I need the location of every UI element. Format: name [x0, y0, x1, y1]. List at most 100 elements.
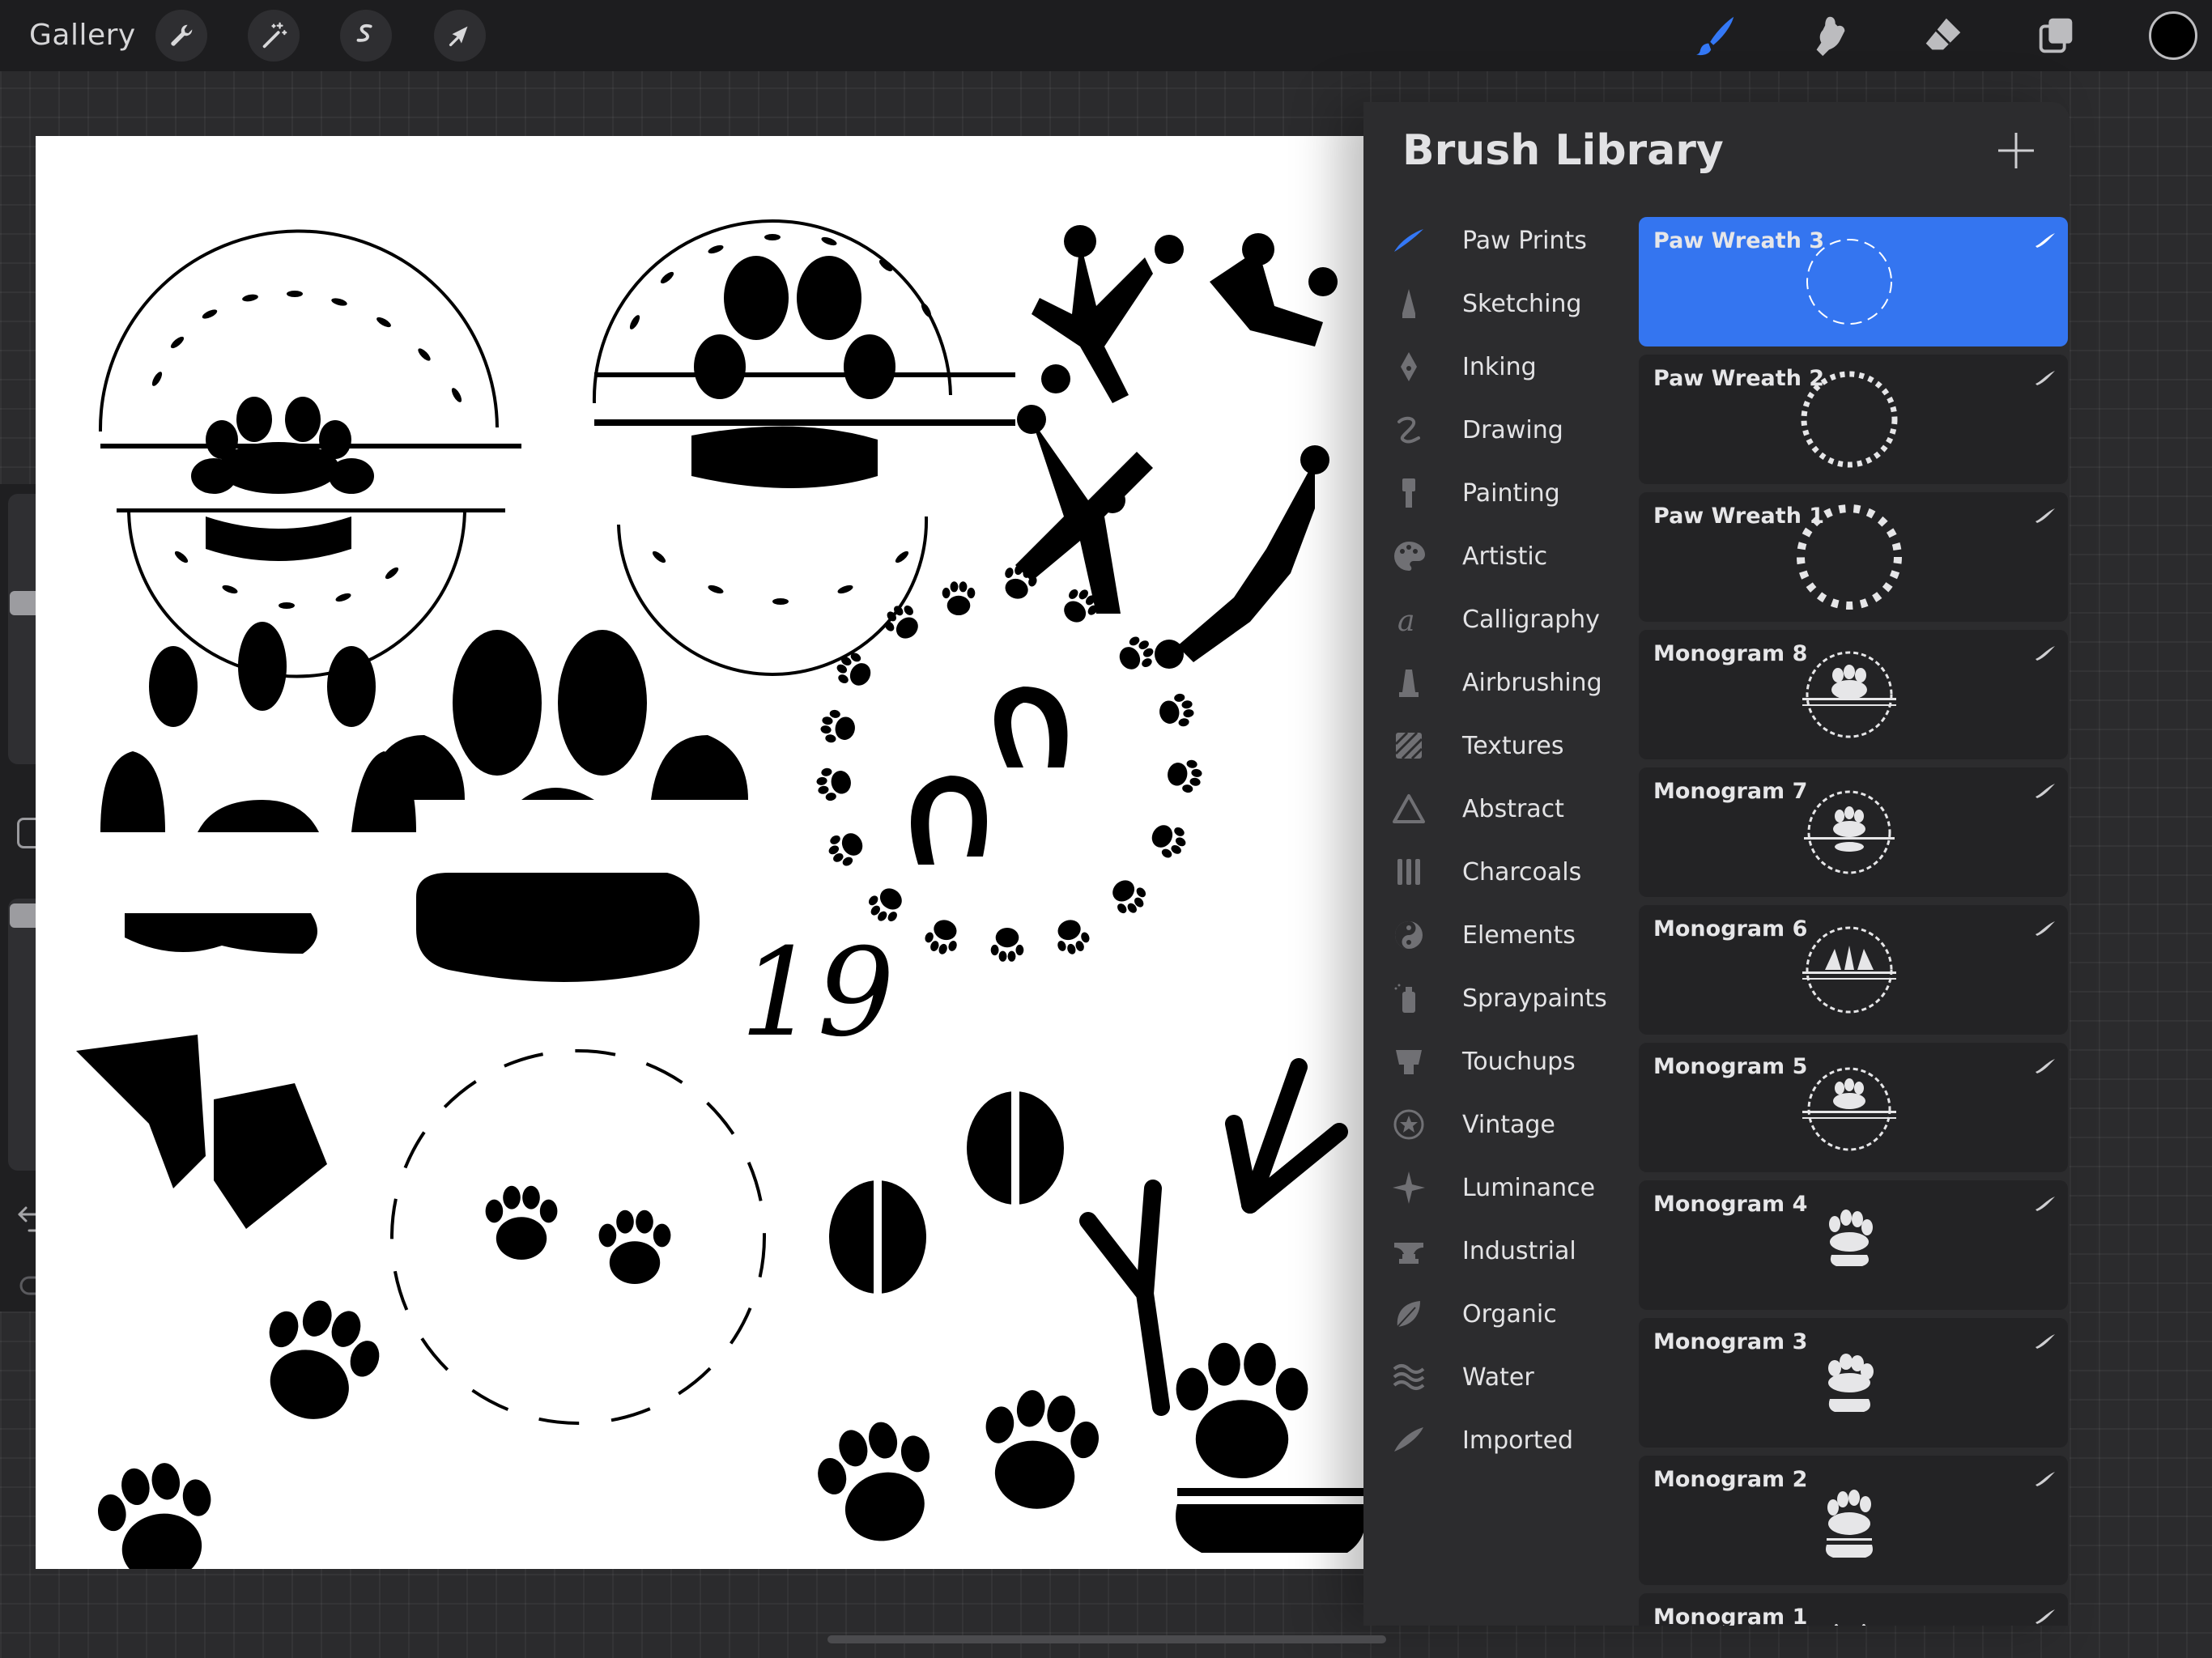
paw-wreath-preview	[1797, 504, 1902, 610]
paw-prints-bottom	[91, 1286, 1363, 1569]
brush-stroke-icon	[2035, 921, 2055, 936]
brush-card-monogram-5[interactable]: Monogram 5	[1639, 1043, 2068, 1172]
brush-set-label: Abstract	[1462, 794, 1564, 823]
brush-set-label: Elements	[1462, 920, 1576, 950]
paw-split-preview	[1826, 1490, 1873, 1558]
brush-set-label: Calligraphy	[1462, 605, 1600, 634]
feather-icon	[1394, 1427, 1423, 1452]
brush-card-paw-wreath-2[interactable]: Paw Wreath 2	[1639, 355, 2068, 484]
brush-card-monogram-3[interactable]: Monogram 3	[1639, 1318, 2068, 1448]
dot-wreath-preview	[1801, 371, 1898, 468]
brush-stroke-icon	[2035, 371, 2055, 385]
touchup-icon	[1396, 1050, 1422, 1074]
monogram-wreath-preview	[1802, 651, 1896, 738]
brush-set-label: Airbrushing	[1462, 668, 1602, 697]
brush-name: Monogram 8	[1653, 641, 1808, 666]
charcoal-icon	[1397, 859, 1420, 885]
gallery-button[interactable]: Gallery	[29, 15, 136, 57]
brush-set-label: Industrial	[1462, 1236, 1576, 1265]
monogram-wreath-top-left	[98, 229, 521, 678]
monogram-wreath-preview	[1802, 926, 1896, 1014]
ink-pen-icon	[1401, 352, 1417, 381]
squiggle-icon	[1397, 416, 1420, 444]
paw-split-preview	[1834, 1624, 1866, 1626]
brush-card-paw-wreath-3[interactable]: Paw Wreath 3	[1639, 217, 2068, 346]
paw-wreath-horseshoes	[814, 560, 1205, 962]
brush-name: Monogram 6	[1653, 916, 1808, 942]
spray-can-icon	[1394, 984, 1415, 1013]
brush-name: Monogram 5	[1653, 1054, 1808, 1079]
monogram-wreath-preview	[1804, 790, 1895, 874]
palette-icon	[1394, 542, 1425, 571]
brush-card-paw-wreath-1[interactable]: Paw Wreath 1	[1639, 492, 2068, 622]
brush-stroke-icon	[2035, 1609, 2055, 1624]
brush-set-label: Water	[1462, 1363, 1534, 1392]
brush-set-label: Luminance	[1462, 1173, 1596, 1202]
brush-library-panel: Brush Library Paw Prints Sketching Inkin…	[1363, 102, 2069, 1626]
leaf-icon	[1397, 1301, 1420, 1328]
brush-card-monogram-6[interactable]: Monogram 6	[1639, 905, 2068, 1035]
pencil-icon	[1402, 289, 1415, 318]
brush-set-label: Touchups	[1462, 1047, 1576, 1076]
brush-set-label: Artistic	[1462, 542, 1548, 571]
brush-set-label: Imported	[1462, 1426, 1574, 1455]
brush-card-monogram-2[interactable]: Monogram 2	[1639, 1456, 2068, 1585]
waves-icon	[1393, 1364, 1425, 1390]
brush-stroke-icon	[2035, 1197, 2055, 1211]
brush-set-label: Textures	[1462, 731, 1564, 760]
brush-set-label: Sketching	[1462, 289, 1582, 318]
plus-icon[interactable]	[1995, 130, 2037, 172]
triangle-icon	[1393, 794, 1425, 823]
hoof-prints	[829, 1091, 1064, 1294]
brush-name: Monogram 3	[1653, 1329, 1808, 1354]
paw-prints-brush-icon	[1394, 229, 1423, 252]
star-badge-icon	[1393, 1109, 1424, 1140]
brush-set-label: Drawing	[1462, 415, 1563, 444]
brush-name: Monogram 2	[1653, 1467, 1808, 1492]
top-toolbar: Gallery	[0, 0, 2212, 71]
drawing-canvas[interactable]: 19	[36, 136, 1363, 1569]
bird-wreath-bear-paws	[390, 1049, 766, 1425]
brush-card-monogram-7[interactable]: Monogram 7	[1639, 767, 2068, 897]
brush-card-monogram-8[interactable]: Monogram 8	[1639, 630, 2068, 759]
brush-set-label: Painting	[1462, 478, 1560, 508]
wrench-icon[interactable]	[155, 10, 207, 62]
brush-icon[interactable]	[1689, 8, 1744, 63]
brush-set-label: Vintage	[1462, 1110, 1555, 1139]
brush-card-monogram-1[interactable]: Monogram 1	[1639, 1593, 2068, 1626]
magic-wand-icon[interactable]	[248, 10, 300, 62]
transform-arrow-icon[interactable]	[434, 10, 486, 62]
brush-set-label: Spraypaints	[1462, 984, 1607, 1013]
brush-name: Monogram 4	[1653, 1192, 1808, 1217]
brush-stroke-icon	[2035, 1059, 2055, 1073]
bird-tracks-top-right	[1015, 225, 1338, 669]
layers-icon[interactable]	[2029, 8, 2084, 63]
airbrush-icon	[1399, 670, 1419, 697]
smudge-icon[interactable]	[1802, 8, 1857, 63]
brush-name: Monogram 1	[1653, 1605, 1808, 1626]
brush-set-label: Paw Prints	[1462, 226, 1587, 255]
paw-split-preview	[1829, 1209, 1873, 1266]
leaf-wreath-preview	[1806, 239, 1892, 325]
texture-icon	[1394, 731, 1423, 760]
brush-set-label: Charcoals	[1462, 857, 1582, 886]
eraser-icon[interactable]	[1916, 8, 1971, 63]
color-picker-button[interactable]	[2149, 11, 2197, 60]
selection-icon[interactable]	[340, 10, 392, 62]
brush-stroke-icon	[2035, 1472, 2055, 1486]
split-paw-left	[100, 622, 416, 954]
home-indicator	[827, 1635, 1386, 1643]
calligraphy-a-icon: a	[1397, 605, 1414, 637]
paw-split-preview	[1828, 1354, 1874, 1412]
brush-set-label: Organic	[1462, 1299, 1557, 1329]
duck-tracks	[76, 1035, 327, 1229]
brush-stroke-icon	[2035, 784, 2055, 798]
sparkle-icon	[1393, 1171, 1425, 1204]
brush-stroke-icon	[2035, 508, 2055, 523]
brush-stroke-icon	[2035, 1334, 2055, 1349]
monogram-wreath-preview	[1802, 1067, 1896, 1151]
brush-name: Monogram 7	[1653, 779, 1808, 804]
brush-card-monogram-4[interactable]: Monogram 4	[1639, 1180, 2068, 1310]
brush-set-label: Inking	[1462, 352, 1537, 381]
yin-yang-icon	[1395, 921, 1423, 949]
